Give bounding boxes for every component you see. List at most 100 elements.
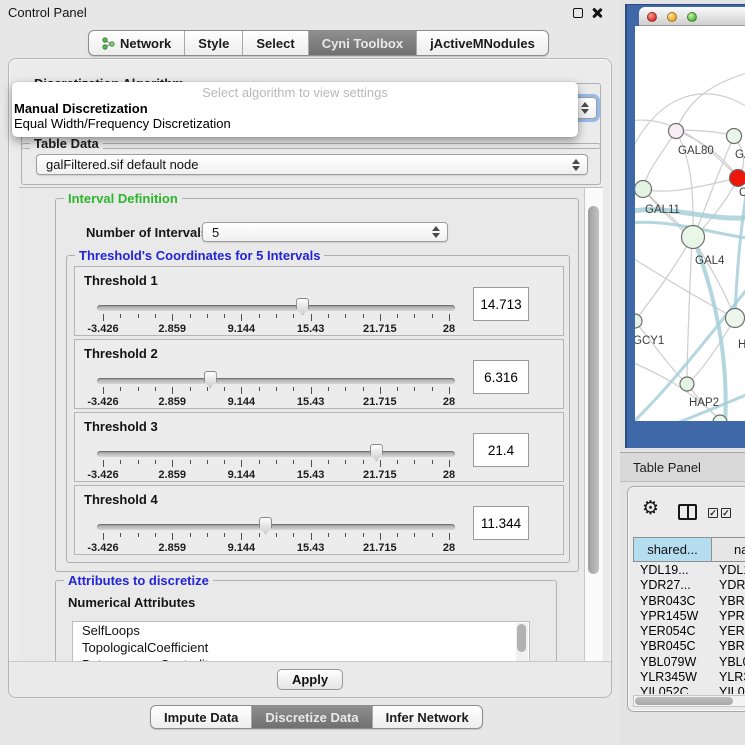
- network-edge[interactable]: [635, 237, 692, 321]
- table-row[interactable]: YPR145W YPR1: [633, 609, 745, 624]
- column-header-shared[interactable]: shared...: [633, 537, 712, 562]
- table-row[interactable]: YBL079W YBL0: [633, 655, 745, 670]
- network-edge[interactable]: [688, 318, 735, 383]
- cell-name[interactable]: YPR1: [719, 609, 745, 623]
- network-node-gcy1[interactable]: [635, 314, 642, 328]
- cell-name[interactable]: YDR2: [719, 578, 745, 592]
- threshold-2-value-field[interactable]: 6.316: [473, 360, 529, 394]
- top-tabbar: Network Style Select Cyni Toolbox jActiv…: [88, 30, 549, 56]
- float-window-icon[interactable]: [573, 8, 583, 18]
- threshold-row-4: Threshold 4 -3.4262.8599.14415.4321.7152…: [74, 485, 564, 555]
- network-window-titlebar[interactable]: [639, 7, 745, 26]
- table-row[interactable]: YER054C YER0: [633, 624, 745, 639]
- tab-jactivemnodules[interactable]: jActiveMNodules: [417, 31, 548, 55]
- cell-name[interactable]: YIL0: [719, 685, 745, 694]
- tick-mark: [276, 314, 277, 318]
- cell-name[interactable]: YBR0: [719, 594, 745, 608]
- zoom-traffic-light-icon[interactable]: [687, 12, 697, 22]
- tick-label: 9.144: [228, 469, 256, 481]
- tab-select[interactable]: Select: [243, 31, 308, 55]
- minimize-traffic-light-icon[interactable]: [667, 12, 677, 22]
- dropdown-hint: Select algorithm to view settings: [12, 85, 578, 100]
- tab-discretize-data[interactable]: Discretize Data: [252, 706, 372, 728]
- interval-definition-title: Interval Definition: [64, 191, 182, 206]
- dropdown-option-manual-discretization[interactable]: Manual Discretization: [14, 101, 148, 116]
- cell-name[interactable]: YBL0: [719, 655, 745, 669]
- tab-cyni-toolbox[interactable]: Cyni Toolbox: [309, 31, 417, 55]
- threshold-4-slider-thumb[interactable]: [259, 517, 272, 534]
- cell-name[interactable]: YER0: [719, 624, 745, 638]
- tick-mark: [138, 387, 139, 391]
- num-intervals-combo[interactable]: 5: [202, 222, 448, 242]
- network-node-gal80[interactable]: [669, 124, 684, 139]
- table-row[interactable]: YIL052C YIL0: [633, 685, 745, 694]
- threshold-1-slider-thumb[interactable]: [296, 298, 309, 315]
- column-header-name[interactable]: na: [712, 537, 745, 562]
- settings-vertical-scrollbar[interactable]: [584, 188, 603, 663]
- network-canvas[interactable]: GAL80GACGAL11GAL4GCY1HHAP2: [635, 26, 745, 421]
- cell-shared-name[interactable]: YIL052C: [640, 685, 689, 694]
- numerical-attributes-list[interactable]: SelfLoops TopologicalCoefficient Between…: [72, 621, 530, 663]
- table-row[interactable]: YDR27... YDR2: [633, 578, 745, 593]
- cell-name[interactable]: YBR0: [719, 639, 745, 653]
- table-data-combo[interactable]: galFiltered.sif default node: [36, 154, 588, 175]
- cell-name[interactable]: YDL1: [719, 563, 745, 577]
- tab-style[interactable]: Style: [185, 31, 243, 55]
- tab-infer-network-label: Infer Network: [386, 710, 469, 725]
- threshold-1-value-field[interactable]: 14.713: [473, 287, 529, 321]
- network-node-gal11[interactable]: [635, 181, 652, 198]
- network-node-label: H: [738, 339, 745, 351]
- threshold-4-value-field[interactable]: 11.344: [473, 506, 529, 540]
- threshold-3-slider-track[interactable]: [97, 451, 455, 457]
- tick-mark: [259, 460, 260, 464]
- cell-name[interactable]: YLR3: [719, 670, 745, 684]
- network-svg: GAL80GACGAL11GAL4GCY1HHAP2: [635, 26, 745, 421]
- scrollbar-thumb[interactable]: [635, 697, 733, 705]
- threshold-3-value-field[interactable]: 21.4: [473, 433, 529, 467]
- threshold-3-slider-thumb[interactable]: [370, 444, 383, 461]
- scrollbar-thumb[interactable]: [517, 624, 526, 652]
- checkbox-icon[interactable]: ✓: [721, 508, 731, 518]
- table-row[interactable]: YBR043C YBR0: [633, 594, 745, 609]
- close-traffic-light-icon[interactable]: [647, 12, 657, 22]
- close-icon[interactable]: [591, 7, 603, 19]
- cell-shared-name[interactable]: YBR043C: [640, 594, 696, 608]
- tick-mark: [363, 460, 364, 464]
- tab-impute-data[interactable]: Impute Data: [151, 706, 252, 728]
- checkbox-icon[interactable]: ✓: [708, 508, 718, 518]
- table-horizontal-scrollbar[interactable]: [633, 695, 745, 707]
- network-node-c[interactable]: [730, 170, 745, 187]
- table-row[interactable]: YLR345W YLR3: [633, 670, 745, 685]
- threshold-2-slider-track[interactable]: [97, 378, 455, 384]
- apply-button[interactable]: Apply: [277, 669, 343, 690]
- threshold-1-slider-track[interactable]: [97, 305, 455, 311]
- dropdown-option-equal-width-frequency[interactable]: Equal Width/Frequency Discretization: [14, 116, 231, 131]
- attributes-list-scrollbar[interactable]: [516, 623, 528, 663]
- table-row[interactable]: YDL19... YDL1: [633, 563, 745, 578]
- scrollbar-thumb[interactable]: [588, 206, 599, 574]
- list-item[interactable]: TopologicalCoefficient: [73, 639, 529, 656]
- tab-infer-network[interactable]: Infer Network: [373, 706, 482, 728]
- list-item[interactable]: SelfLoops: [73, 622, 529, 639]
- cell-shared-name[interactable]: YBL079W: [640, 655, 696, 669]
- cell-shared-name[interactable]: YLR345W: [640, 670, 697, 684]
- cell-shared-name[interactable]: YER054C: [640, 624, 696, 638]
- network-node-gal4[interactable]: [682, 226, 705, 249]
- cell-shared-name[interactable]: YPR145W: [640, 609, 698, 623]
- split-table-icon[interactable]: [678, 504, 697, 520]
- gear-icon[interactable]: ⚙: [642, 499, 659, 518]
- network-edge[interactable]: [643, 131, 676, 189]
- tick-mark: [293, 533, 294, 537]
- network-node-ga[interactable]: [727, 129, 742, 144]
- threshold-4-slider-track[interactable]: [97, 524, 455, 530]
- cell-shared-name[interactable]: YBR045C: [640, 639, 696, 653]
- network-node-h[interactable]: [726, 309, 745, 328]
- tab-network[interactable]: Network: [89, 31, 185, 55]
- network-node-hap2[interactable]: [680, 377, 694, 391]
- cell-shared-name[interactable]: YDR27...: [640, 578, 691, 592]
- tick-label: -3.426: [87, 396, 118, 408]
- cell-shared-name[interactable]: YDL19...: [640, 563, 689, 577]
- network-edge[interactable]: [676, 71, 745, 131]
- threshold-2-slider-thumb[interactable]: [204, 371, 217, 388]
- table-row[interactable]: YBR045C YBR0: [633, 639, 745, 654]
